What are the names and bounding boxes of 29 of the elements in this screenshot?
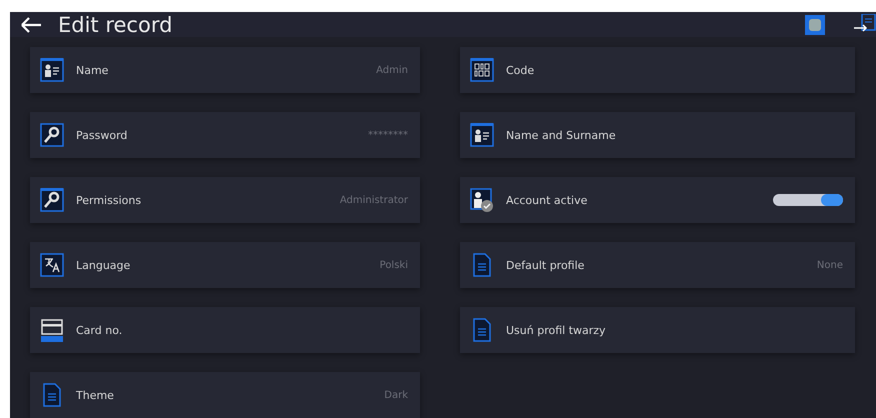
- setting-row[interactable]: Code: [460, 47, 855, 93]
- row-label: Permissions: [76, 194, 142, 206]
- row-value: ********: [368, 130, 408, 140]
- row-label: Account active: [506, 194, 588, 206]
- row-value: Administrator: [340, 194, 408, 206]
- setting-row[interactable]: Usuń profil twarzy: [460, 307, 855, 353]
- row-label: Theme: [76, 388, 115, 402]
- row-value: None: [816, 260, 843, 270]
- row-label: Default profile: [506, 258, 586, 272]
- row-label: Card no.: [76, 324, 124, 336]
- row-label: Usuń profil twarzy: [506, 324, 607, 336]
- setting-row[interactable]: Name Admin: [30, 47, 420, 93]
- row-value: Admin: [376, 64, 408, 76]
- setting-row[interactable]: Password ********: [30, 112, 420, 158]
- row-label: Code: [506, 64, 536, 76]
- row-value: Polski: [380, 260, 408, 270]
- row-label: Password: [76, 128, 128, 142]
- setting-row[interactable]: Permissions Administrator: [30, 177, 420, 223]
- setting-row[interactable]: Account active: [460, 177, 855, 223]
- row-label: Language: [76, 258, 132, 272]
- page-title: Edit record: [58, 12, 174, 36]
- row-label: Name and Surname: [506, 128, 617, 142]
- setting-row[interactable]: Name and Surname: [460, 112, 855, 158]
- setting-row[interactable]: Theme Dark: [30, 372, 420, 418]
- row-label: Name: [76, 64, 110, 76]
- setting-row[interactable]: Card no.: [30, 307, 420, 353]
- row-value: Dark: [384, 390, 408, 400]
- setting-row[interactable]: Default profile None: [460, 242, 855, 288]
- setting-row[interactable]: Language Polski: [30, 242, 420, 288]
